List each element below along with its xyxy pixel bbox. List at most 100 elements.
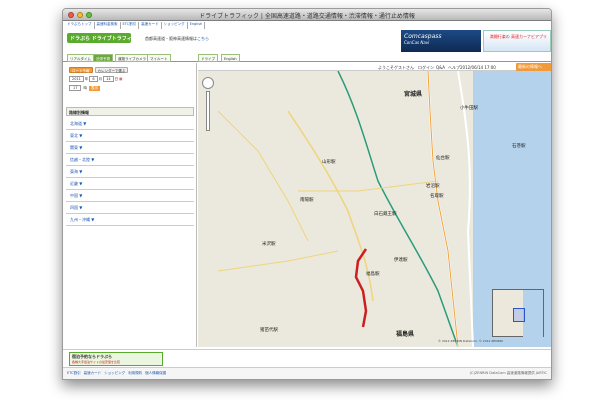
hotline-label: 首都高速道・阪神高速情報は bbox=[145, 36, 197, 41]
region-label: 四国 bbox=[70, 205, 78, 210]
chevron-down-icon: ▼ bbox=[79, 133, 83, 138]
region-shinetsu[interactable]: 信越・北陸 ▼ bbox=[66, 154, 194, 166]
footer-link-privacy[interactable]: 個人情報保護 bbox=[145, 371, 166, 376]
map-copyright: © 2012 ZENRIN DataCom, © 2012 ZENRIN bbox=[438, 339, 503, 343]
hour-unit: 時 bbox=[83, 85, 87, 90]
calendar-icon[interactable]: ▦ bbox=[119, 77, 122, 81]
map-label-city: 白石蔵王駅 bbox=[374, 212, 397, 217]
map-label-city: 福島駅 bbox=[366, 272, 380, 277]
region-kanto[interactable]: 関東 ▼ bbox=[66, 142, 194, 154]
footer-copyright: (C)ZENRIN DataCom 高速道路情報提供 JARTIC bbox=[469, 371, 547, 375]
calendar-button[interactable]: カレンダーで選ぶ bbox=[94, 67, 129, 73]
overview-viewport[interactable] bbox=[513, 308, 525, 322]
map-label-city: 小牛田駅 bbox=[460, 106, 478, 111]
map-label-city: 仙台駅 bbox=[436, 156, 450, 161]
ad-subtitle: 各種大手宿泊サイトの最安値を比較 bbox=[72, 360, 121, 364]
chevron-down-icon: ▼ bbox=[83, 121, 87, 126]
browser-window: ドライブトラフィック | 全国高速道路・道路交通情報・渋滞情報・通行止め情報 ド… bbox=[62, 8, 552, 380]
banner-ad-comcaspass[interactable]: Comcaspass ConCas Navi bbox=[401, 30, 481, 52]
top-link-home[interactable]: ドラぷらトップ bbox=[67, 22, 95, 29]
region-label: 東北 bbox=[70, 133, 78, 138]
region-label: 関東 bbox=[70, 145, 78, 150]
chevron-down-icon: ▼ bbox=[79, 145, 83, 150]
map-label-prefecture: 宮城県 bbox=[404, 91, 423, 98]
window-title: ドライブトラフィック | 全国高速道路・道路交通情報・渋滞情報・通行止め情報 bbox=[199, 13, 415, 20]
map-label-prefecture: 福島県 bbox=[396, 331, 415, 338]
footer-link-terms[interactable]: 利用規約 bbox=[128, 371, 142, 376]
top-link-card[interactable]: 高速カード bbox=[141, 22, 162, 29]
tab-realtime[interactable]: リアルタイム bbox=[67, 54, 94, 62]
map-header: ようこそゲストさん ログイン Q&A ヘルプ 2012/06/14 17:00 … bbox=[198, 63, 551, 71]
region-hokkaido[interactable]: 北海道 ▼ bbox=[66, 118, 194, 130]
chevron-down-icon: ▼ bbox=[79, 181, 83, 186]
time-selector: 17 時 表示 bbox=[69, 85, 100, 91]
region-list: 北海道 ▼ 東北 ▼ 関東 ▼ 信越・北陸 ▼ 東海 ▼ 近畿 ▼ 中国 ▼ 四… bbox=[66, 118, 194, 226]
footer-link-etc[interactable]: ETC割引 bbox=[67, 371, 81, 376]
top-link-toll[interactable]: 高速料金検索 bbox=[97, 22, 121, 29]
region-kinki[interactable]: 近畿 ▼ bbox=[66, 178, 194, 190]
footer-links: ETC割引 高速カード ショッピング 利用規約 個人情報保護 bbox=[67, 371, 166, 376]
map-label-city: 岩沼駅 bbox=[426, 184, 440, 189]
region-shikoku[interactable]: 四国 ▼ bbox=[66, 202, 194, 214]
top-links: ドラぷらトップ 高速料金検索 ETC割引 高速カード ショッピング Englis… bbox=[67, 22, 206, 29]
map-label-city: 石巻駅 bbox=[512, 144, 526, 149]
sidebar-buttons: ロード予報 カレンダーで選ぶ bbox=[69, 67, 129, 73]
region-label: 九州・沖縄 bbox=[70, 217, 90, 222]
route-info-heading: 路線別情報 bbox=[66, 107, 194, 116]
zoom-slider[interactable] bbox=[206, 91, 210, 131]
footer-link-card[interactable]: 高速カード bbox=[84, 371, 102, 376]
tab-my-route[interactable]: マイルート bbox=[147, 54, 171, 62]
chevron-down-icon: ▼ bbox=[79, 205, 83, 210]
map-label-city: 南陽駅 bbox=[300, 198, 314, 203]
chevron-down-icon: ▼ bbox=[79, 169, 83, 174]
date-selector: 2011 年 6 月 14 日 ▦ bbox=[69, 76, 122, 82]
top-link-etc[interactable]: ETC割引 bbox=[123, 22, 140, 29]
site-logo[interactable]: ドラぷら ドライブトラフィック bbox=[67, 33, 142, 43]
banner-subtitle: ConCas Navi bbox=[404, 40, 430, 45]
hotel-booking-ad[interactable]: 宿泊予約ならドラぷら 各種大手宿泊サイトの最安値を比較 bbox=[69, 352, 163, 366]
tab-english[interactable]: English bbox=[221, 54, 240, 62]
region-label: 中国 bbox=[70, 193, 78, 198]
year-unit: 年 bbox=[84, 76, 89, 81]
year-select[interactable]: 2011 bbox=[69, 76, 84, 82]
faq-link[interactable]: Q&A bbox=[436, 65, 445, 70]
tab-live-camera[interactable]: 道路ライブカメラ bbox=[115, 54, 149, 62]
tab-forecast[interactable]: 渋滞予測 bbox=[93, 54, 113, 62]
traffic-map[interactable]: 宮城県 仙台駅 山形駅 南陽駅 白石蔵王駅 名取駅 岩沼駅 米沢駅 福島駅 福島… bbox=[198, 71, 551, 347]
region-tokai[interactable]: 東海 ▼ bbox=[66, 166, 194, 178]
region-label: 近畿 bbox=[70, 181, 78, 186]
day-select[interactable]: 14 bbox=[103, 76, 114, 82]
banner-ad-navi[interactable]: 満開行楽の 高速カーナビアプリ bbox=[483, 30, 551, 52]
latest-info-button[interactable]: 最新の情報へ bbox=[516, 63, 551, 71]
map-zoom-control bbox=[202, 77, 214, 133]
region-label: 北海道 bbox=[70, 121, 82, 126]
map-label-city: 名取駅 bbox=[430, 194, 444, 199]
region-kyushu[interactable]: 九州・沖縄 ▼ bbox=[66, 214, 194, 226]
overview-sea bbox=[523, 290, 543, 338]
overview-map[interactable] bbox=[492, 289, 544, 338]
show-button[interactable]: 表示 bbox=[88, 85, 100, 91]
site-header: ドラぷら ドライブトラフィック 首都高速道・阪神高速情報はこちら Comcasp… bbox=[63, 30, 551, 52]
chevron-down-icon: ▼ bbox=[79, 193, 83, 198]
top-link-english[interactable]: English bbox=[190, 22, 206, 29]
map-label-city: 猪苗代駅 bbox=[260, 328, 278, 333]
map-panel: ようこそゲストさん ログイン Q&A ヘルプ 2012/06/14 17:00 … bbox=[198, 63, 551, 347]
tab-bar: リアルタイム 渋滞予測 道路ライブカメラ マイルート ドライブ English bbox=[63, 53, 551, 62]
pan-control[interactable] bbox=[202, 77, 214, 89]
chevron-down-icon: ▼ bbox=[91, 217, 95, 222]
hour-select[interactable]: 17 bbox=[69, 85, 82, 91]
top-link-shopping[interactable]: ショッピング bbox=[164, 22, 188, 29]
title-bar: ドライブトラフィック | 全国高速道路・道路交通情報・渋滞情報・通行止め情報 bbox=[63, 9, 551, 21]
month-select[interactable]: 6 bbox=[89, 76, 98, 82]
region-tohoku[interactable]: 東北 ▼ bbox=[66, 130, 194, 142]
footer-link-shopping[interactable]: ショッピング bbox=[104, 371, 125, 376]
region-label: 信越・北陸 bbox=[70, 157, 90, 162]
region-chugoku[interactable]: 中国 ▼ bbox=[66, 190, 194, 202]
page-footer: ETC割引 高速カード ショッピング 利用規約 個人情報保護 (C)ZENRIN… bbox=[63, 367, 551, 379]
day-unit: 日 bbox=[114, 76, 119, 81]
tab-drive[interactable]: ドライブ bbox=[198, 54, 218, 62]
datetime-display: 2012/06/14 17:00 bbox=[460, 65, 496, 70]
road-forecast-button[interactable]: ロード予報 bbox=[69, 67, 93, 73]
map-label-city: 米沢駅 bbox=[262, 242, 276, 247]
hotline-link[interactable]: こちら bbox=[197, 36, 209, 41]
